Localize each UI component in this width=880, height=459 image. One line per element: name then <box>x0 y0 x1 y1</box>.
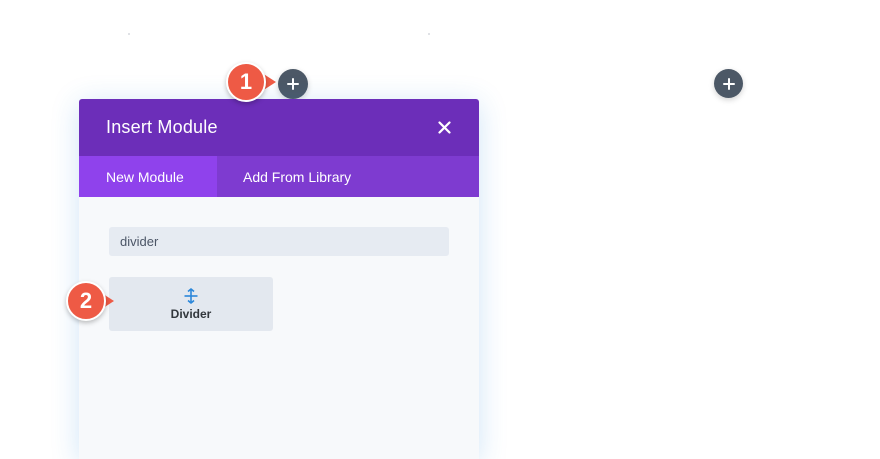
module-label: Divider <box>170 306 212 321</box>
modal-tabs: New Module Add From Library <box>79 156 479 197</box>
modal-header: Insert Module <box>79 99 479 156</box>
module-search-input[interactable] <box>109 227 449 256</box>
step-callout-1: 1 <box>226 62 266 102</box>
close-icon <box>437 121 451 134</box>
divider-icon <box>184 287 198 304</box>
plus-icon <box>287 78 299 90</box>
close-button[interactable] <box>436 120 452 136</box>
module-divider-tile[interactable]: Divider <box>109 277 273 331</box>
add-module-button[interactable] <box>278 69 308 99</box>
insert-module-modal: Insert Module New Module Add From Librar… <box>79 99 479 459</box>
modal-title: Insert Module <box>106 117 218 137</box>
canvas-speck <box>128 33 130 35</box>
canvas-speck <box>428 33 430 35</box>
add-module-button-secondary[interactable] <box>714 69 743 98</box>
tab-new-module[interactable]: New Module <box>79 156 217 197</box>
tab-add-from-library[interactable]: Add From Library <box>217 156 351 197</box>
plus-icon <box>722 77 735 90</box>
step-callout-2: 2 <box>66 281 106 321</box>
